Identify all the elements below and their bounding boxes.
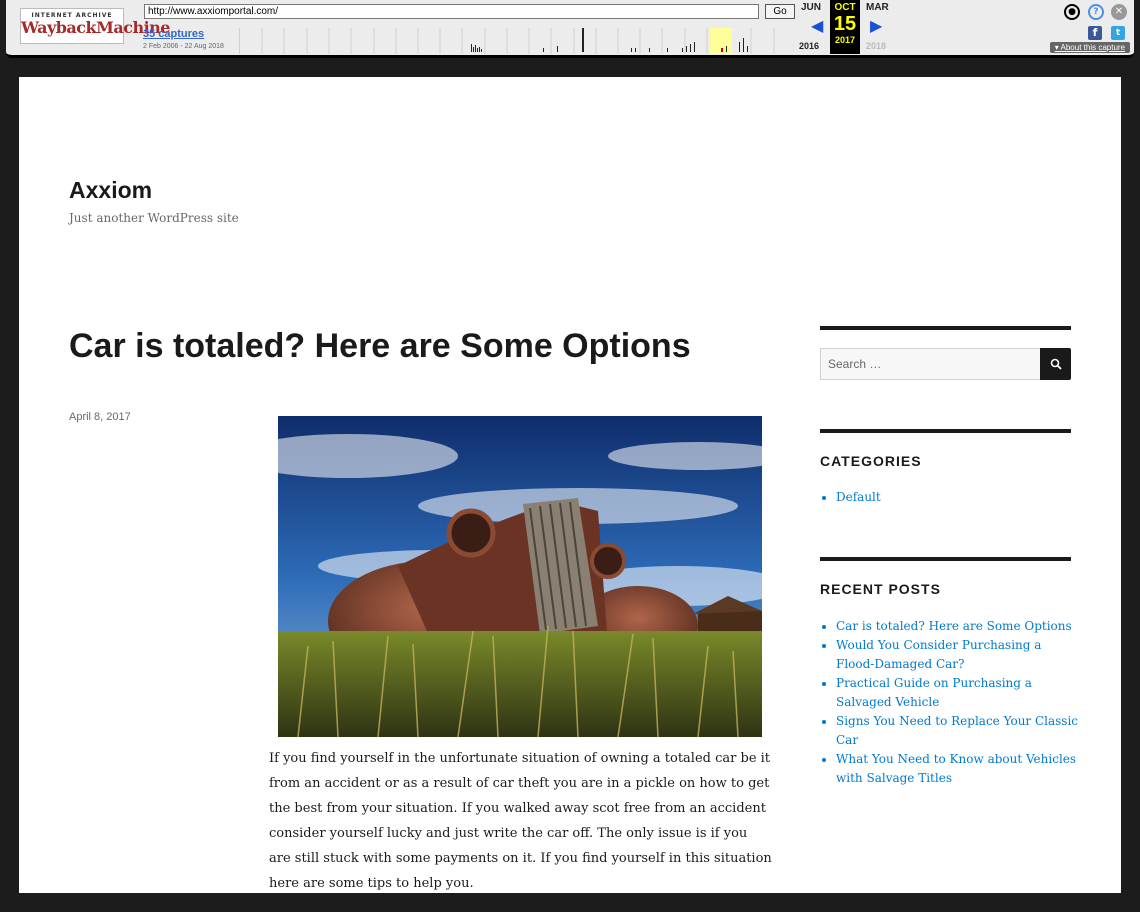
- post-title[interactable]: Car is totaled? Here are Some Options: [69, 327, 691, 366]
- recent-post-item[interactable]: Signs You Need to Replace Your Classic C…: [836, 712, 1081, 750]
- current-day-label: 15: [833, 13, 857, 35]
- post-body-line: from an accident or as a result of car t…: [269, 776, 770, 791]
- logo-wayback-text: WaybackMachine: [21, 18, 170, 37]
- wayback-calendar-nav: JUN ◀ 2016 OCT 15 2017 MAR ▶ 2018: [796, 0, 916, 56]
- post-body: If you find yourself in the unfortunate …: [269, 746, 779, 893]
- recent-post-link[interactable]: Car is totaled? Here are Some Options: [836, 619, 1072, 633]
- post-body-line: consider yourself lucky and just write t…: [269, 826, 748, 841]
- recent-post-link[interactable]: Practical Guide on Purchasing a Salvaged…: [836, 676, 1032, 709]
- search-icon: [1050, 358, 1062, 370]
- recent-posts-title: RECENT POSTS: [820, 581, 941, 597]
- recent-post-item[interactable]: Practical Guide on Purchasing a Salvaged…: [836, 674, 1081, 712]
- recent-post-item[interactable]: Car is totaled? Here are Some Options: [836, 617, 1081, 636]
- recent-post-link[interactable]: Signs You Need to Replace Your Classic C…: [836, 714, 1078, 747]
- wayback-url-input[interactable]: http://www.axxiomportal.com/: [144, 4, 759, 19]
- widget-divider: [820, 557, 1071, 561]
- categories-list: Default: [820, 488, 1096, 507]
- facebook-icon[interactable]: f: [1088, 26, 1102, 40]
- current-year-label: 2017: [834, 35, 856, 45]
- post-date[interactable]: April 8, 2017: [69, 411, 131, 423]
- post-body-line: here are some tips to help you.: [269, 876, 474, 891]
- search-input[interactable]: Search …: [820, 348, 1041, 380]
- page-content: Axxiom Just another WordPress site Car i…: [19, 77, 1121, 893]
- prev-year-label: 2016: [799, 41, 820, 51]
- post-body-line: are still stuck with some payments on it…: [269, 851, 772, 866]
- prev-month-link[interactable]: JUN: [801, 2, 821, 13]
- search-button[interactable]: [1040, 348, 1071, 380]
- widget-divider: [820, 326, 1071, 330]
- recent-post-link[interactable]: What You Need to Know about Vehicles wit…: [836, 752, 1076, 785]
- capture-sparkline[interactable]: [239, 28, 795, 54]
- recent-post-item[interactable]: What You Need to Know about Vehicles wit…: [836, 750, 1081, 788]
- wayback-toolbar: INTERNET ARCHIVE WaybackMachine http://w…: [6, 0, 1134, 58]
- next-arrow-icon[interactable]: ▶: [870, 18, 882, 34]
- recent-post-item[interactable]: Would You Consider Purchasing a Flood-Da…: [836, 636, 1081, 674]
- search-widget: Search …: [820, 348, 1071, 380]
- post-body-line: If you find yourself in the unfortunate …: [269, 751, 771, 766]
- next-month-link[interactable]: MAR: [866, 2, 889, 13]
- user-icon[interactable]: ●: [1064, 4, 1080, 20]
- categories-title: CATEGORIES: [820, 453, 922, 469]
- help-icon[interactable]: ?: [1088, 4, 1104, 20]
- go-button[interactable]: Go: [765, 4, 795, 19]
- current-capture-date: OCT 15 2017: [830, 0, 860, 54]
- category-item[interactable]: Default: [836, 488, 1096, 507]
- about-capture-label: About this capture: [1060, 43, 1125, 52]
- widget-divider: [820, 429, 1071, 433]
- post-featured-image: [278, 416, 762, 737]
- close-icon[interactable]: ✕: [1111, 4, 1127, 20]
- current-month-label: OCT: [834, 2, 856, 13]
- recent-posts-list: Car is totaled? Here are Some Options Wo…: [820, 617, 1081, 788]
- recent-post-link[interactable]: Would You Consider Purchasing a Flood-Da…: [836, 638, 1041, 671]
- about-capture-link[interactable]: ▾ About this capture: [1049, 42, 1130, 53]
- rusted-car-illustration: [278, 416, 762, 737]
- capture-date-range: 2 Feb 2006 - 22 Aug 2018: [143, 43, 224, 50]
- twitter-icon[interactable]: t: [1111, 26, 1125, 40]
- site-title[interactable]: Axxiom: [69, 177, 152, 204]
- captures-link[interactable]: 35 captures: [143, 28, 204, 40]
- category-link[interactable]: Default: [836, 490, 881, 504]
- wayback-logo[interactable]: INTERNET ARCHIVE WaybackMachine: [20, 8, 170, 44]
- site-description: Just another WordPress site: [69, 211, 239, 225]
- next-year-label: 2018: [866, 41, 887, 51]
- prev-arrow-icon[interactable]: ◀: [811, 18, 823, 34]
- post-body-line: the best from your situation. If you wal…: [269, 801, 766, 816]
